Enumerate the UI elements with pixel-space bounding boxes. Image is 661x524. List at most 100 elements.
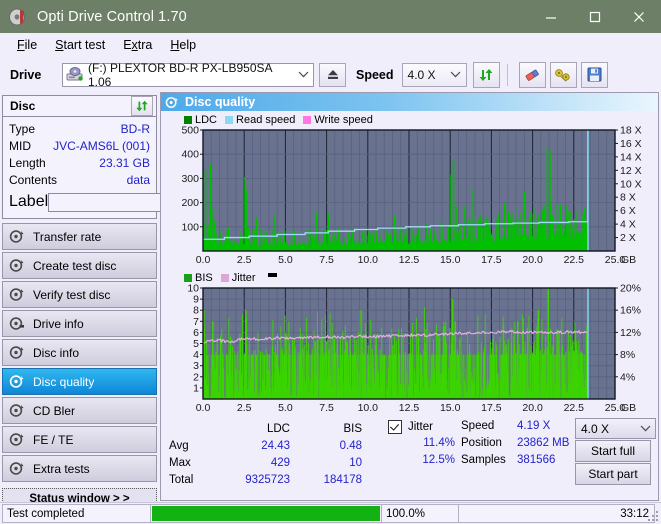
- sidebar-item-label: Disc quality: [33, 374, 95, 389]
- sidebar-item-transfer-rate[interactable]: Transfer rate: [2, 223, 157, 250]
- svg-text:15.0: 15.0: [440, 402, 461, 414]
- svg-text:22.5: 22.5: [564, 254, 585, 266]
- svg-text:7.5: 7.5: [319, 254, 334, 266]
- sidebar-item-verify-test-disc[interactable]: Verify test disc: [2, 281, 157, 308]
- sidebar-item-disc-quality[interactable]: Disc quality: [2, 368, 157, 395]
- start-part-button[interactable]: Start part: [575, 463, 651, 485]
- svg-text:1: 1: [193, 382, 199, 394]
- maximize-button[interactable]: [573, 0, 617, 33]
- disc-row-length: Length 23.31 GB: [9, 155, 150, 171]
- svg-text:7.5: 7.5: [319, 402, 334, 414]
- svg-text:9: 9: [193, 294, 199, 306]
- save-button[interactable]: [580, 61, 608, 88]
- svg-text:5.0: 5.0: [278, 402, 293, 414]
- disc-rows: Type BD-R MID JVC-AMS6L (001) Length 23.…: [3, 117, 219, 218]
- chevron-down-icon[interactable]: [446, 65, 466, 85]
- svg-text:200: 200: [181, 197, 199, 209]
- menu-help-label: elp: [179, 37, 197, 52]
- title-bar: Opti Drive Control 1.70: [0, 0, 661, 33]
- refresh-button[interactable]: [472, 61, 500, 88]
- disc-test-icon: [9, 258, 27, 274]
- table-row: Avg 24.43 0.48: [169, 437, 362, 454]
- erase-button[interactable]: [518, 61, 546, 88]
- key-button[interactable]: [549, 61, 577, 88]
- jitter-checkbox[interactable]: [388, 420, 402, 434]
- legend-label-ldc: LDC: [195, 113, 218, 126]
- svg-text:20%: 20%: [620, 284, 641, 295]
- samples-value: 381566: [517, 454, 556, 466]
- legend-item-ldc: LDC: [184, 114, 217, 126]
- minimize-button[interactable]: [529, 0, 573, 33]
- status-message: Test completed: [2, 504, 153, 523]
- chevron-down-icon[interactable]: [635, 419, 655, 439]
- disc-contents-value: data: [126, 173, 150, 187]
- menu-file[interactable]: File: [8, 36, 46, 54]
- chevron-down-icon[interactable]: [293, 65, 313, 85]
- disc-type-label: Type: [9, 122, 36, 136]
- sidebar-item-label: Disc info: [33, 345, 80, 360]
- svg-text:2.5: 2.5: [237, 254, 252, 266]
- stats-bis-total: 184178: [323, 473, 362, 486]
- menu-bar: File Start test Extra Help: [0, 33, 661, 57]
- disc-refresh-button[interactable]: [131, 96, 153, 116]
- stats-row-total: Total: [169, 473, 194, 486]
- svg-text:300: 300: [181, 173, 199, 185]
- svg-text:14 X: 14 X: [620, 151, 642, 163]
- menu-help[interactable]: Help: [161, 36, 205, 54]
- speed-select[interactable]: 4.0 X: [401, 62, 467, 87]
- toolbar: Drive (F:) PLEXTOR BD-R PX-LB950SA 1.06: [0, 56, 661, 93]
- position-value: 23862 MB: [517, 437, 570, 449]
- test-speed-select[interactable]: 4.0 X: [575, 418, 656, 439]
- svg-text:2.5: 2.5: [237, 402, 252, 414]
- disc-test-icon: [9, 345, 27, 361]
- sidebar-nav: Transfer rate Create test disc Verify te…: [2, 223, 157, 482]
- start-full-button[interactable]: Start full: [575, 440, 651, 462]
- stats-row-avg: Avg: [169, 439, 189, 452]
- resize-grip[interactable]: [648, 511, 659, 522]
- eject-button[interactable]: [319, 62, 346, 87]
- disc-info-panel: Disc Type BD-R MID JVC-AMS6L (001) Lengt…: [2, 95, 219, 219]
- speed-value: 4.0 X: [407, 67, 436, 82]
- sidebar-item-extra-tests[interactable]: Extra tests: [2, 455, 157, 482]
- menu-start-test-label: tart test: [63, 37, 106, 52]
- disc-test-icon: [9, 229, 27, 245]
- disc-row-mid: MID JVC-AMS6L (001): [9, 138, 150, 154]
- sidebar: Disc Type BD-R MID JVC-AMS6L (001) Lengt…: [2, 95, 219, 509]
- toolbar-separator: [506, 63, 508, 86]
- bis-legend: BIS Jitter: [161, 271, 658, 284]
- svg-text:10.0: 10.0: [358, 254, 379, 266]
- svg-text:8 X: 8 X: [620, 192, 636, 204]
- disc-length-label: Length: [9, 156, 46, 170]
- svg-text:8%: 8%: [620, 349, 635, 361]
- disc-test-icon: [9, 287, 27, 303]
- table-row: Total 9325723 184178: [169, 471, 362, 488]
- sidebar-item-fe-te[interactable]: FE / TE: [2, 426, 157, 453]
- svg-text:5.0: 5.0: [278, 254, 293, 266]
- elapsed-time: 33:12: [458, 504, 655, 523]
- svg-text:17.5: 17.5: [481, 402, 502, 414]
- sidebar-item-cd-bler[interactable]: CD Bler: [2, 397, 157, 424]
- svg-text:20.0: 20.0: [522, 402, 543, 414]
- stats-col-ldc: LDC: [266, 422, 290, 435]
- menu-start-test[interactable]: Start test: [46, 36, 114, 54]
- disc-test-icon: [9, 432, 27, 448]
- sidebar-item-drive-info[interactable]: Drive info: [2, 310, 157, 337]
- sidebar-item-label: Verify test disc: [33, 287, 111, 302]
- disc-mid-value: JVC-AMS6L (001): [53, 139, 150, 153]
- svg-text:400: 400: [181, 149, 199, 161]
- drive-select[interactable]: (F:) PLEXTOR BD-R PX-LB950SA 1.06: [62, 60, 314, 89]
- drive-label: Drive: [10, 67, 42, 82]
- svg-text:4: 4: [193, 349, 199, 361]
- drive-value: (F:) PLEXTOR BD-R PX-LB950SA 1.06: [88, 60, 272, 89]
- main-content: Disc quality LDC Read speed Write speed …: [160, 92, 659, 501]
- legend-swatch-write-speed: [303, 115, 312, 124]
- sidebar-item-create-test-disc[interactable]: Create test disc: [2, 252, 157, 279]
- legend-item-bis: BIS: [184, 272, 213, 284]
- stats-col-bis: BIS: [343, 422, 362, 435]
- sidebar-item-disc-info[interactable]: Disc info: [2, 339, 157, 366]
- legend-label-write-speed: Write speed: [314, 113, 373, 126]
- close-button[interactable]: [617, 0, 661, 33]
- menu-extra[interactable]: Extra: [114, 36, 161, 54]
- disc-test-icon: [9, 403, 27, 419]
- disc-row-contents: Contents data: [9, 172, 150, 188]
